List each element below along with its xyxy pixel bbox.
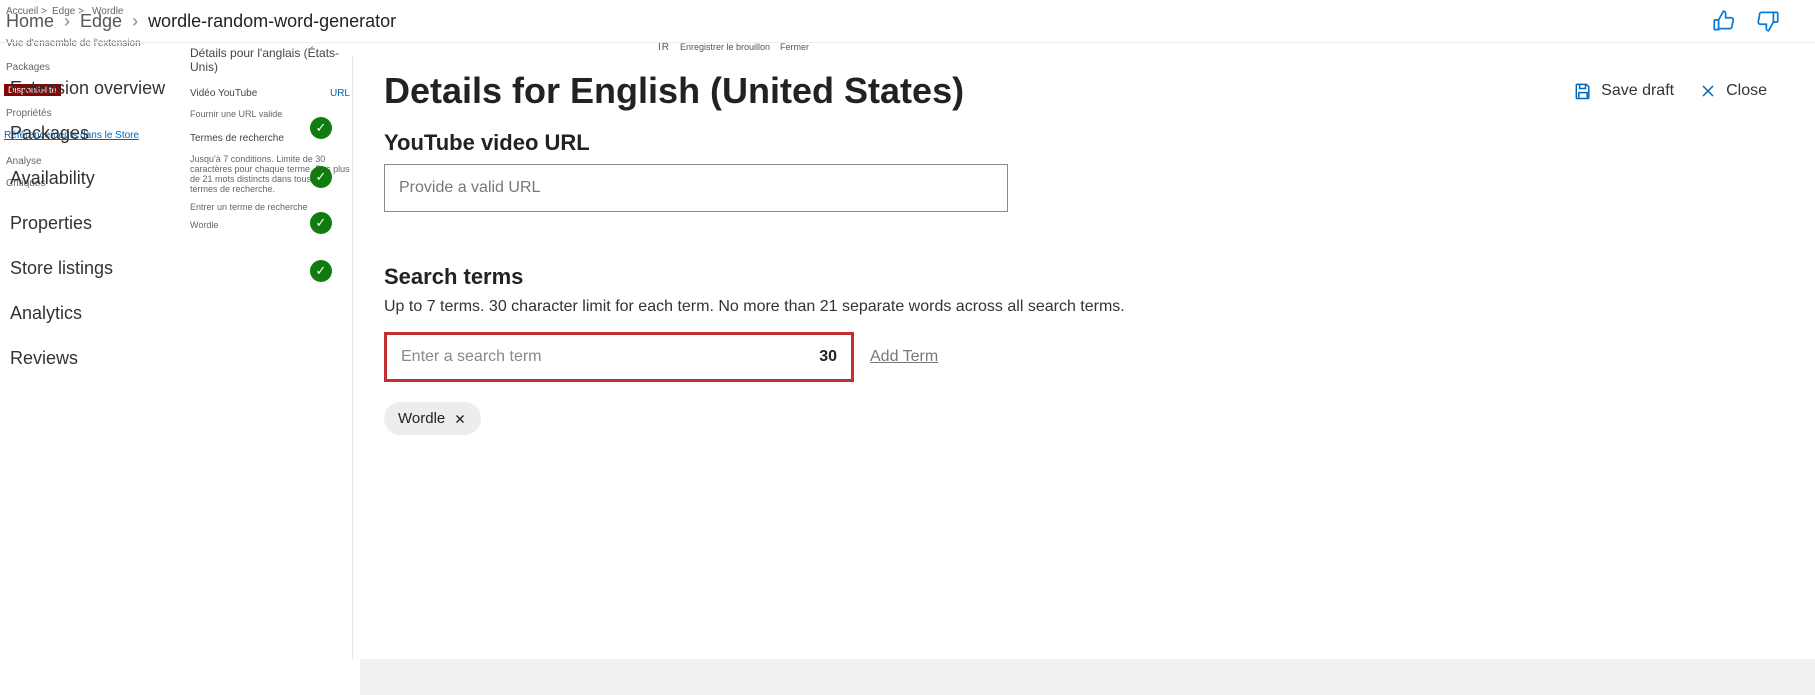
vertical-divider (352, 56, 353, 659)
thumbs-up-icon[interactable] (1711, 8, 1737, 34)
breadcrumb-current: wordle-random-word-generator (148, 11, 396, 32)
secondary-url-label: URL (330, 88, 350, 99)
page-title: Details for English (United States) (384, 70, 964, 112)
search-term-input[interactable] (401, 348, 811, 366)
close-icon (1698, 81, 1718, 101)
youtube-url-input[interactable] (384, 164, 1008, 212)
chevron-right-icon: › (64, 11, 70, 32)
ghost-ir-actions: Enregistrer le brouillon Fermer (680, 42, 809, 52)
breadcrumb-edge[interactable]: Edge (80, 11, 122, 32)
add-term-link[interactable]: Add Term (870, 348, 938, 366)
nav-extension-overview[interactable]: Extension overview (6, 66, 256, 111)
save-icon (1573, 81, 1593, 101)
nav-store-listings[interactable]: Store listings (6, 246, 256, 291)
check-icon: ✓ (310, 260, 332, 282)
thumbs-down-icon[interactable] (1755, 8, 1781, 34)
main-header: Details for English (United States) Save… (384, 70, 1775, 112)
chip-label: Wordle (398, 410, 445, 427)
side-nav: Extension overview Packages Availability… (6, 66, 256, 381)
chip-wordle: Wordle (384, 402, 481, 435)
nav-properties[interactable]: Properties (6, 201, 256, 246)
nav-availability[interactable]: Availability (6, 156, 256, 201)
footer-strip (360, 659, 1815, 695)
section-youtube-title: YouTube video URL (384, 130, 1775, 156)
nav-analytics[interactable]: Analytics (6, 291, 256, 336)
ghost-overview: Vue d'ensemble de l'extension (6, 38, 141, 49)
check-icon: ✓ (310, 117, 332, 139)
search-terms-section: Search terms Up to 7 terms. 30 character… (384, 264, 1775, 435)
breadcrumb-bar: Home › Edge › wordle-random-word-generat… (6, 8, 1809, 34)
nav-reviews[interactable]: Reviews (6, 336, 256, 381)
chip-remove-icon[interactable] (453, 412, 467, 426)
save-draft-label: Save draft (1601, 82, 1674, 100)
chevron-right-icon: › (132, 11, 138, 32)
search-terms-description: Up to 7 terms. 30 character limit for ea… (384, 298, 1775, 316)
ghost-ir: IR (658, 42, 670, 53)
search-term-row: 30 Add Term (384, 332, 1775, 382)
section-search-title: Search terms (384, 264, 1775, 290)
feedback-controls (1711, 8, 1781, 34)
search-term-chips: Wordle (384, 402, 1775, 435)
top-divider (0, 42, 1815, 43)
nav-packages[interactable]: Packages (6, 111, 256, 156)
save-draft-button[interactable]: Save draft (1573, 81, 1674, 101)
breadcrumb-home[interactable]: Home (6, 11, 54, 32)
check-icon: ✓ (310, 212, 332, 234)
main-content: Details for English (United States) Save… (384, 70, 1775, 435)
close-button[interactable]: Close (1698, 81, 1767, 101)
ghost-save-draft: Enregistrer le brouillon (680, 42, 770, 52)
search-term-input-wrapper: 30 (384, 332, 854, 382)
char-count: 30 (819, 348, 837, 366)
breadcrumb: Home › Edge › wordle-random-word-generat… (6, 11, 396, 32)
check-icon: ✓ (310, 166, 332, 188)
header-actions: Save draft Close (1573, 81, 1767, 101)
ghost-close: Fermer (780, 42, 809, 52)
close-label: Close (1726, 82, 1767, 100)
